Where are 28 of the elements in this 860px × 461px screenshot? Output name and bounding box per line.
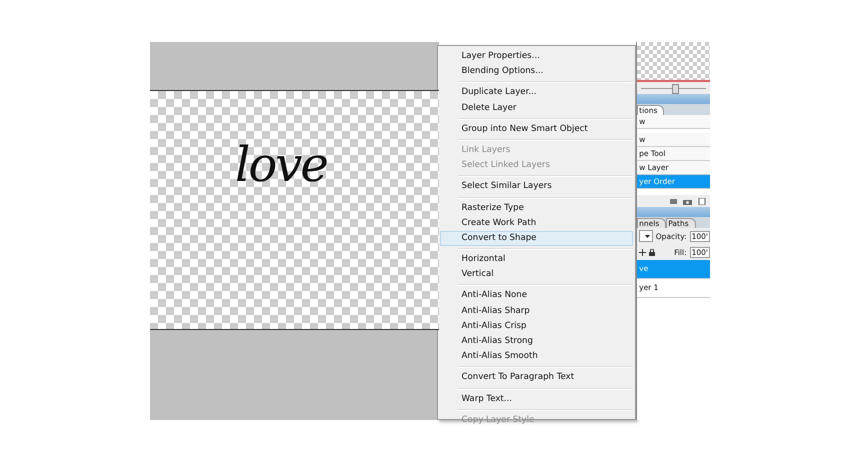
blend-mode-dropdown[interactable] [639, 230, 653, 242]
menu-item[interactable]: Anti-Alias Smooth [440, 349, 634, 364]
menu-item[interactable]: Horizontal [440, 252, 634, 268]
menu-item[interactable]: Vertical [440, 267, 634, 282]
caret-icon [644, 235, 650, 238]
canvas-text: love [235, 137, 327, 193]
zoom-slider[interactable] [637, 82, 710, 94]
camera-icon[interactable] [683, 198, 692, 204]
menu-item[interactable]: Anti-Alias None [440, 288, 634, 304]
menu-item[interactable]: Anti-Alias Sharp [440, 304, 634, 319]
menu-item[interactable]: Blending Options... [440, 64, 634, 80]
menu-item[interactable]: Create Work Path [440, 216, 634, 231]
menu-item[interactable]: Layer Properties... [440, 49, 634, 64]
move-icon[interactable] [639, 248, 646, 256]
menu-item[interactable]: Delete Layer [440, 100, 634, 116]
lock-icon[interactable] [649, 248, 656, 256]
menu-item[interactable]: Anti-Alias Crisp [440, 318, 634, 334]
menu-item[interactable]: Convert to Shape [440, 230, 634, 246]
slider-thumb[interactable] [672, 84, 679, 94]
menu-item[interactable]: Duplicate Layer... [440, 85, 634, 101]
menu-item[interactable]: Warp Text... [440, 392, 634, 407]
stop-icon[interactable] [669, 198, 678, 204]
menu-item[interactable]: Rasterize Type [440, 200, 634, 216]
menu-item[interactable]: Anti-Alias Strong [440, 334, 634, 350]
menu-item[interactable]: Convert To Paragraph Text [440, 370, 634, 386]
page-icon[interactable] [697, 198, 706, 204]
menu-item[interactable]: Group into New Smart Object [440, 122, 634, 137]
menu-item[interactable]: Select Similar Layers [440, 179, 634, 194]
